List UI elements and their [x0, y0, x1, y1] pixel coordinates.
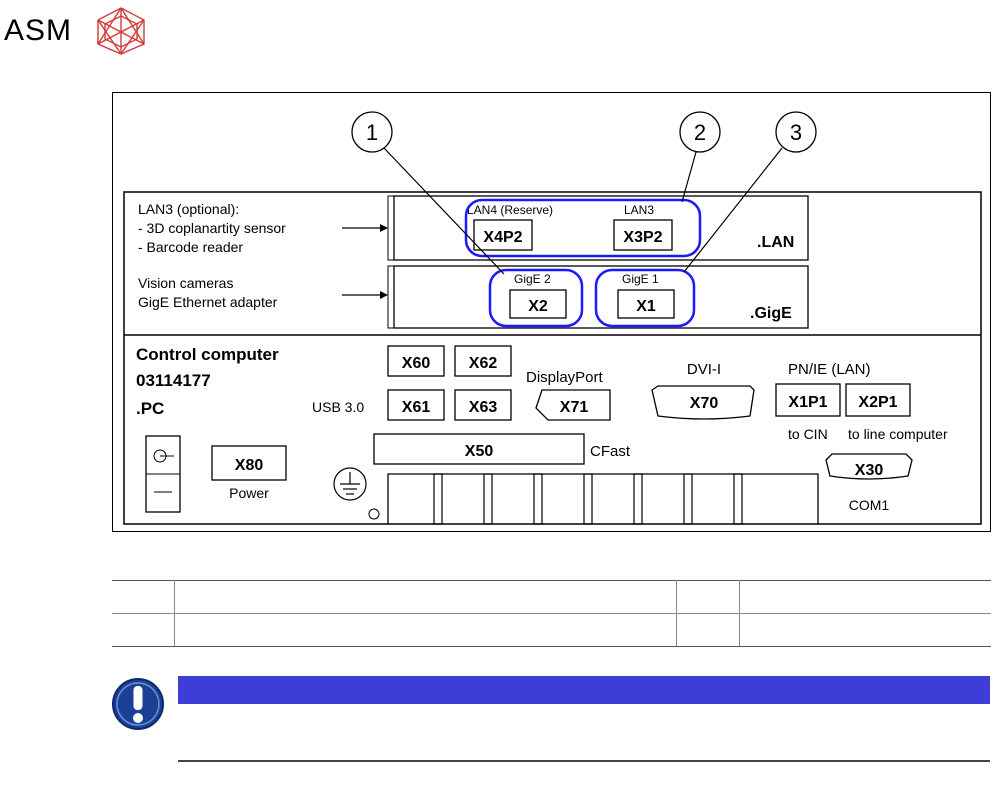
- lan3-label: LAN3: [624, 203, 654, 217]
- table-row: [112, 580, 991, 614]
- table-cell: [676, 613, 741, 647]
- lan4-label: LAN4 (Reserve): [467, 203, 553, 217]
- port-x63-label: X63: [469, 399, 498, 416]
- port-x4p2-label: X4P2: [483, 229, 522, 246]
- port-x62-label: X62: [469, 355, 498, 372]
- port-x2p1-label: X2P1: [858, 394, 897, 411]
- port-x1-label: X1: [636, 298, 656, 315]
- table-cell: [112, 580, 175, 614]
- pc-title: Control computer: [136, 345, 279, 364]
- com1-label: COM1: [849, 497, 890, 513]
- connector-diagram: LAN3 (optional): - 3D coplanartity senso…: [123, 111, 982, 525]
- callout-3-number: 3: [790, 120, 802, 145]
- displayport-label: DisplayPort: [526, 369, 604, 386]
- vision-label-1: Vision cameras: [138, 275, 233, 291]
- table-cell: [173, 613, 678, 647]
- table-cell: [173, 580, 678, 614]
- gige-module-name: .GigE: [750, 305, 792, 322]
- port-x61-label: X61: [402, 399, 431, 416]
- dvi-label: DVI-I: [687, 361, 721, 378]
- port-x30-label: X30: [855, 462, 884, 479]
- gige1-label: GigE 1: [622, 272, 659, 286]
- table-cell: [739, 580, 991, 614]
- port-x71-label: X71: [560, 399, 589, 416]
- lan3-item-1: - 3D coplanartity sensor: [138, 220, 286, 236]
- expansion-slots: [433, 473, 743, 525]
- logo-icon: [97, 7, 145, 55]
- power-label: Power: [229, 485, 269, 501]
- port-x2-label: X2: [528, 298, 548, 315]
- port-x3p2-label: X3P2: [623, 229, 662, 246]
- lan-module: [393, 195, 809, 261]
- pnie-label: PN/IE (LAN): [788, 361, 871, 378]
- usb-label: USB 3.0: [312, 399, 364, 415]
- pc-part-number: 03114177: [136, 371, 211, 390]
- legend-table: [112, 580, 991, 647]
- pc-name: .PC: [136, 399, 164, 418]
- expansion-slot-area: [387, 473, 819, 524]
- callout-2-number: 2: [694, 120, 706, 145]
- port-x1p1-label: X1P1: [788, 394, 827, 411]
- cfast-label: CFast: [590, 443, 631, 460]
- port-x50-label: X50: [465, 443, 494, 460]
- to-line-computer-label: to line computer: [848, 426, 948, 442]
- lan3-title: LAN3 (optional):: [138, 201, 239, 217]
- table-cell: [112, 613, 175, 647]
- notice-divider: [178, 760, 990, 762]
- table-row: [112, 613, 991, 647]
- lan-module-name: .LAN: [757, 234, 794, 251]
- lan3-item-2: - Barcode reader: [138, 239, 243, 255]
- callout-1-number: 1: [366, 120, 378, 145]
- gige2-label: GigE 2: [514, 272, 551, 286]
- port-x80-label: X80: [235, 457, 264, 474]
- table-cell: [676, 580, 741, 614]
- table-cell: [739, 613, 991, 647]
- to-cin-label: to CIN: [788, 426, 828, 442]
- exclamation-icon: [112, 678, 164, 730]
- vision-label-2: GigE Ethernet adapter: [138, 294, 278, 310]
- notice-header-bar: [178, 676, 990, 704]
- port-x60-label: X60: [402, 355, 431, 372]
- port-x70-label: X70: [690, 395, 719, 412]
- logo-text: ASM: [4, 14, 73, 47]
